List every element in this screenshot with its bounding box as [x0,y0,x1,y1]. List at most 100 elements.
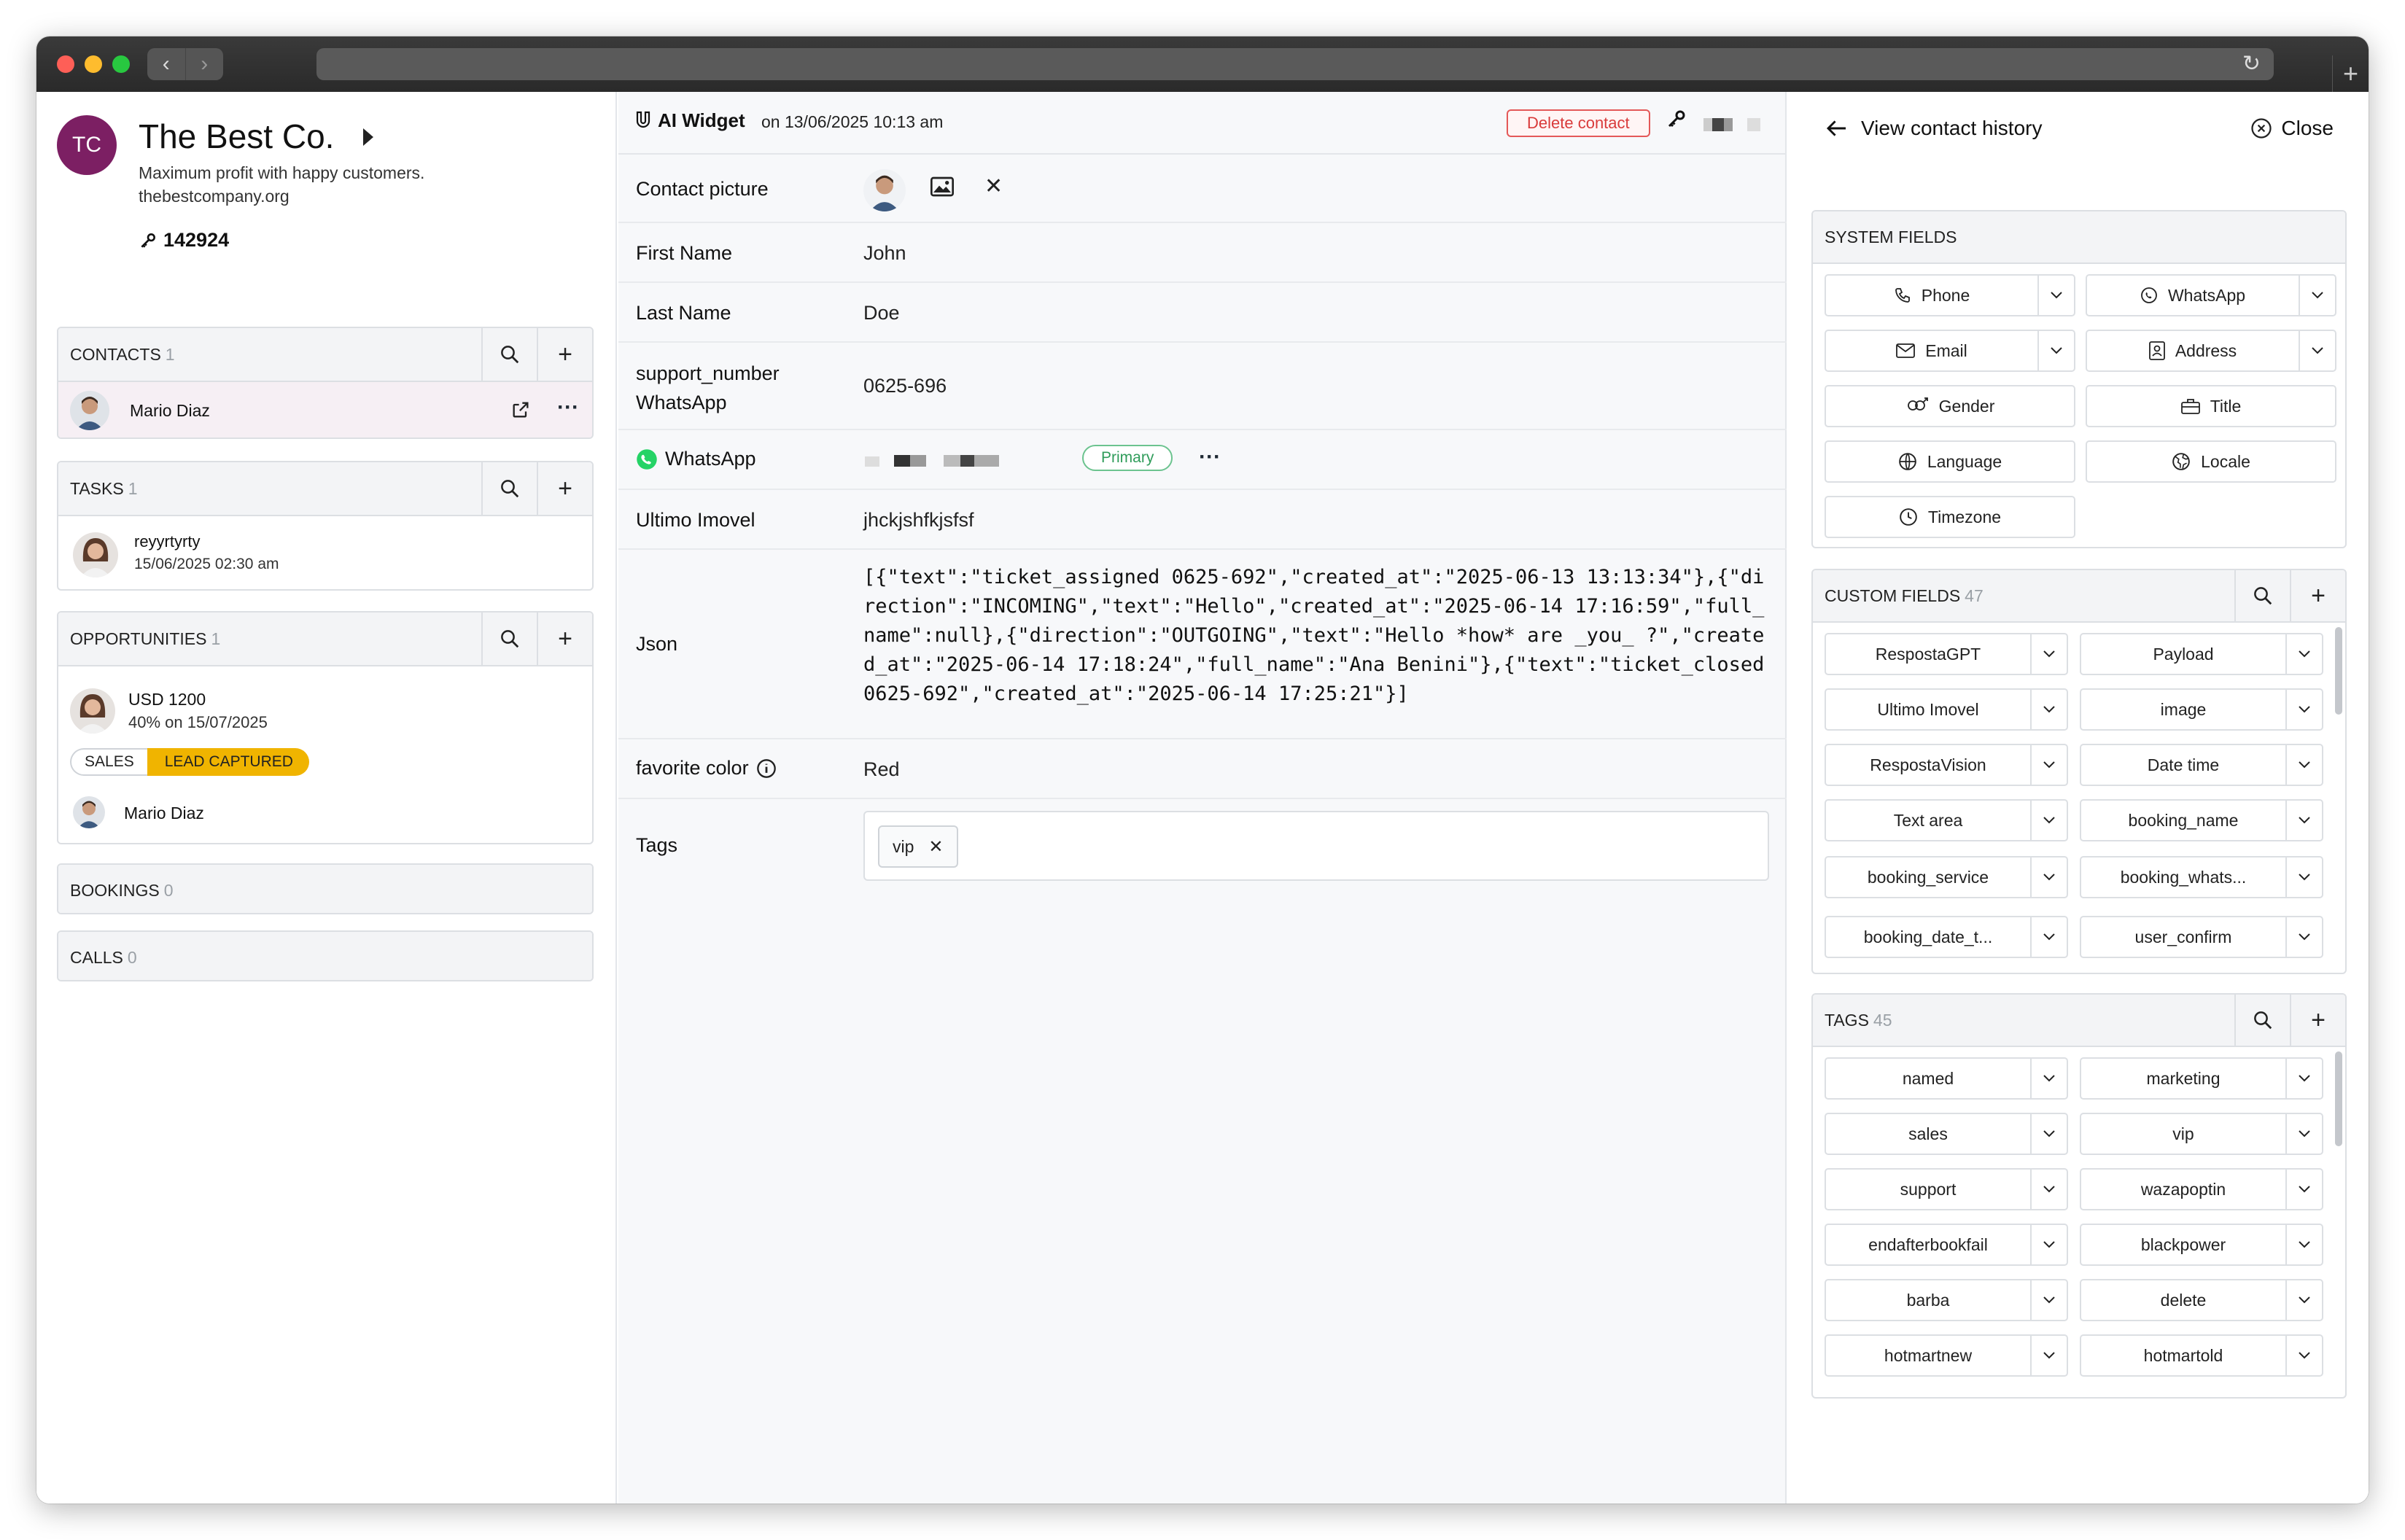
tasks-search-icon[interactable] [481,462,537,515]
image-upload-icon[interactable] [930,176,954,201]
system-field-address[interactable]: Address [2086,330,2336,372]
chevron-down-icon[interactable] [2030,1170,2067,1209]
tags-input[interactable]: vip ✕ [863,811,1769,881]
chevron-down-icon[interactable] [2285,917,2322,957]
system-field-timezone[interactable]: Timezone [1825,496,2075,538]
chevron-down-icon[interactable] [2285,1280,2322,1320]
opportunities-search-icon[interactable] [481,612,537,665]
last-name-value[interactable]: Doe [863,302,900,324]
tag-field-chip[interactable]: barba [1825,1279,2068,1321]
chevron-down-icon[interactable] [2285,1225,2322,1264]
maximize-window-button[interactable] [112,55,130,73]
tags-search-icon[interactable] [2234,995,2290,1046]
task-row[interactable]: reyyrtyrty 15/06/2025 02:30 am [58,515,592,589]
custom-field-chip[interactable]: image [2080,688,2323,731]
chevron-down-icon[interactable] [2299,276,2335,315]
tag-field-chip[interactable]: support [1825,1168,2068,1210]
system-field-phone[interactable]: Phone [1825,274,2075,316]
custom-field-chip[interactable]: booking_date_t... [1825,916,2068,958]
tags-scrollbar[interactable] [2335,1051,2342,1146]
chevron-down-icon[interactable] [2030,1059,2067,1098]
contacts-add-icon[interactable]: + [537,328,592,381]
chevron-down-icon[interactable] [2285,1114,2322,1154]
tag-field-chip[interactable]: sales [1825,1113,2068,1155]
minimize-window-button[interactable] [85,55,102,73]
custom-field-chip[interactable]: RespostaVision [1825,744,2068,786]
chevron-down-icon[interactable] [2285,1059,2322,1098]
whatsapp-more-icon[interactable]: ··· [1199,445,1221,470]
tasks-add-icon[interactable]: + [537,462,592,515]
forward-icon[interactable]: › [184,48,224,80]
chevron-down-icon[interactable] [2285,634,2322,674]
chevron-down-icon[interactable] [2037,276,2074,315]
reload-icon[interactable]: ↻ [2242,51,2261,77]
close-button[interactable]: Close [2250,117,2334,140]
company-name[interactable]: The Best Co. [139,117,334,156]
custom-field-chip[interactable]: booking_whats... [2080,856,2323,898]
remove-tag-icon[interactable]: ✕ [928,836,943,858]
custom-field-chip[interactable]: Date time [2080,744,2323,786]
chevron-down-icon[interactable] [2037,331,2074,370]
tag-field-chip[interactable]: delete [2080,1279,2323,1321]
custom-fields-search-icon[interactable] [2234,570,2290,622]
system-field-email[interactable]: Email [1825,330,2075,372]
tag-field-chip[interactable]: hotmartold [2080,1334,2323,1377]
chevron-down-icon[interactable] [2030,745,2067,785]
remove-picture-icon[interactable]: ✕ [984,174,1003,199]
info-icon[interactable] [756,758,777,779]
tag-field-chip[interactable]: marketing [2080,1057,2323,1100]
chevron-down-icon[interactable] [2285,858,2322,897]
caret-right-icon[interactable] [363,128,373,146]
back-icon[interactable]: ‹ [147,48,185,80]
view-history-link[interactable]: View contact history [1826,117,2043,140]
contact-name[interactable]: Mario Diaz [130,401,210,421]
first-name-value[interactable]: John [863,242,906,265]
custom-field-chip[interactable]: Text area [1825,799,2068,841]
tag-chip[interactable]: vip ✕ [878,825,958,868]
chevron-down-icon[interactable] [2030,917,2067,957]
chevron-down-icon[interactable] [2030,858,2067,897]
tag-field-chip[interactable]: wazapoptin [2080,1168,2323,1210]
custom-field-chip[interactable]: booking_service [1825,856,2068,898]
tag-field-chip[interactable]: named [1825,1057,2068,1100]
more-options-icon[interactable]: ··· [557,395,579,420]
tag-field-chip[interactable]: endafterbookfail [1825,1224,2068,1266]
chevron-down-icon[interactable] [2285,745,2322,785]
json-value[interactable]: [{"text":"ticket_assigned 0625-692","cre… [863,563,1768,709]
delete-contact-button[interactable]: Delete contact [1507,109,1650,137]
key-icon[interactable] [1666,108,1687,133]
close-window-button[interactable] [57,55,74,73]
chevron-down-icon[interactable] [2285,1170,2322,1209]
chevron-down-icon[interactable] [2285,801,2322,840]
custom-field-chip[interactable]: user_confirm [2080,916,2323,958]
new-tab-icon[interactable]: + [2332,55,2369,92]
bookings-section[interactable]: BOOKINGS 0 [57,863,594,914]
custom-field-chip[interactable]: booking_name [2080,799,2323,841]
tag-field-chip[interactable]: blackpower [2080,1224,2323,1266]
system-field-gender[interactable]: Gender [1825,385,2075,427]
custom-field-chip[interactable]: Ultimo Imovel [1825,688,2068,731]
chevron-down-icon[interactable] [2030,801,2067,840]
chevron-down-icon[interactable] [2030,1225,2067,1264]
chevron-down-icon[interactable] [2030,1280,2067,1320]
opportunity-card[interactable]: USD 1200 40% on 15/07/2025 SALES LEAD CA… [58,665,592,843]
contacts-search-icon[interactable] [481,328,537,381]
chevron-down-icon[interactable] [2299,331,2335,370]
custom-field-chip[interactable]: RespostaGPT [1825,633,2068,675]
ultimo-imovel-value[interactable]: jhckjshfkjsfsf [863,509,974,532]
open-external-icon[interactable] [510,400,531,424]
favorite-color-value[interactable]: Red [863,758,900,781]
calls-section[interactable]: CALLS 0 [57,930,594,981]
tag-field-chip[interactable]: hotmartnew [1825,1334,2068,1377]
opportunities-add-icon[interactable]: + [537,612,592,665]
chevron-down-icon[interactable] [2030,634,2067,674]
support-number-value[interactable]: 0625-696 [863,375,947,397]
system-field-language[interactable]: Language [1825,440,2075,483]
system-field-whatsapp[interactable]: WhatsApp [2086,274,2336,316]
chevron-down-icon[interactable] [2030,1114,2067,1154]
chevron-down-icon[interactable] [2030,690,2067,729]
system-field-title[interactable]: Title [2086,385,2336,427]
chevron-down-icon[interactable] [2285,1336,2322,1375]
custom-field-chip[interactable]: Payload [2080,633,2323,675]
company-website[interactable]: thebestcompany.org [139,187,290,206]
